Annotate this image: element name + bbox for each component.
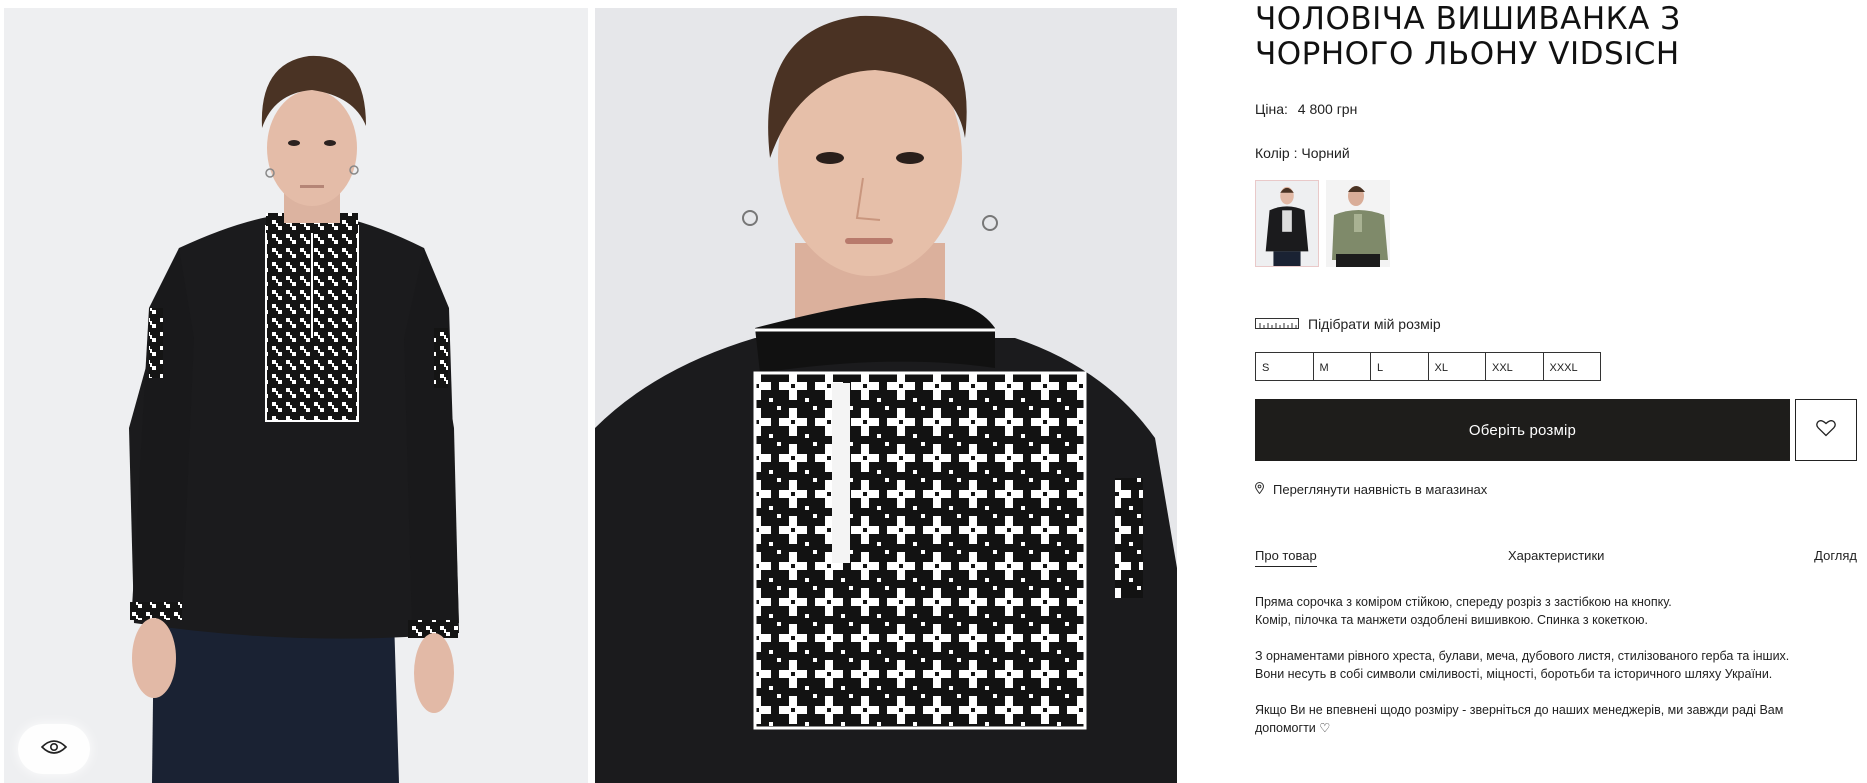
color-swatch-olive[interactable] xyxy=(1326,180,1390,267)
description-paragraph: З орнаментами рівного хреста, булави, ме… xyxy=(1255,647,1855,683)
view-3d-button[interactable] xyxy=(18,724,90,774)
check-store-availability-link[interactable]: Переглянути наявність в магазинах xyxy=(1254,482,1488,497)
heart-icon xyxy=(1816,419,1836,442)
size-option[interactable]: XXXL xyxy=(1542,352,1601,381)
description-line: допомогти ♡ xyxy=(1255,721,1331,735)
product-description: Пряма сорочка з коміром стійкою, спереду… xyxy=(1255,593,1855,755)
description-line: Комір, пілочка та манжети оздоблені виши… xyxy=(1255,613,1648,627)
choose-size-button[interactable]: Оберіть розмір xyxy=(1255,399,1790,461)
size-guide-label: Підібрати мій розмір xyxy=(1308,316,1441,332)
description-paragraph: Якщо Ви не впевнені щодо розміру - зверн… xyxy=(1255,701,1855,737)
ruler-icon xyxy=(1255,316,1299,332)
size-guide-link[interactable]: Підібрати мій розмір xyxy=(1255,316,1441,332)
description-paragraph: Пряма сорочка з коміром стійкою, спереду… xyxy=(1255,593,1855,629)
product-info-panel: Чоловіча вишиванка з чорного льону Vidsi… xyxy=(1254,0,1860,783)
size-option[interactable]: S xyxy=(1255,352,1314,381)
product-title: Чоловіча вишиванка з чорного льону Vidsi… xyxy=(1255,1,1681,72)
size-option[interactable]: L xyxy=(1370,352,1429,381)
product-gallery xyxy=(0,0,1180,783)
description-line: З орнаментами рівного хреста, булави, ме… xyxy=(1255,649,1790,663)
model-closeup-image xyxy=(595,8,1177,783)
price-row: Ціна: 4 800 грн xyxy=(1255,101,1357,117)
size-selector: S M L XL XXL XXXL xyxy=(1255,352,1601,381)
size-option[interactable]: M xyxy=(1312,352,1371,381)
tab-about[interactable]: Про товар xyxy=(1255,548,1317,567)
eye-icon xyxy=(40,739,68,760)
model-full-image xyxy=(4,8,588,783)
description-line: Якщо Ви не впевнені щодо розміру - зверн… xyxy=(1255,703,1784,717)
size-option[interactable]: XXL xyxy=(1485,352,1544,381)
price-value: 4 800 грн xyxy=(1297,101,1358,117)
description-line: Вони несуть в собі символи сміливості, м… xyxy=(1255,667,1773,681)
product-tabs: Про товар Характеристики Догляд xyxy=(1255,548,1857,570)
size-option[interactable]: XL xyxy=(1427,352,1486,381)
tab-care[interactable]: Догляд xyxy=(1814,548,1857,563)
description-line: Пряма сорочка з коміром стійкою, спереду… xyxy=(1255,595,1672,609)
location-pin-icon xyxy=(1254,482,1265,497)
color-label: Колір : Чорний xyxy=(1255,145,1350,161)
stores-label: Переглянути наявність в магазинах xyxy=(1273,482,1488,497)
price-label: Ціна: xyxy=(1255,101,1288,117)
product-photo-closeup[interactable] xyxy=(595,8,1177,783)
tab-specs[interactable]: Характеристики xyxy=(1508,548,1604,563)
product-photo-full[interactable] xyxy=(4,8,588,783)
add-to-favorites-button[interactable] xyxy=(1795,399,1857,461)
color-swatch-black[interactable] xyxy=(1255,180,1319,267)
